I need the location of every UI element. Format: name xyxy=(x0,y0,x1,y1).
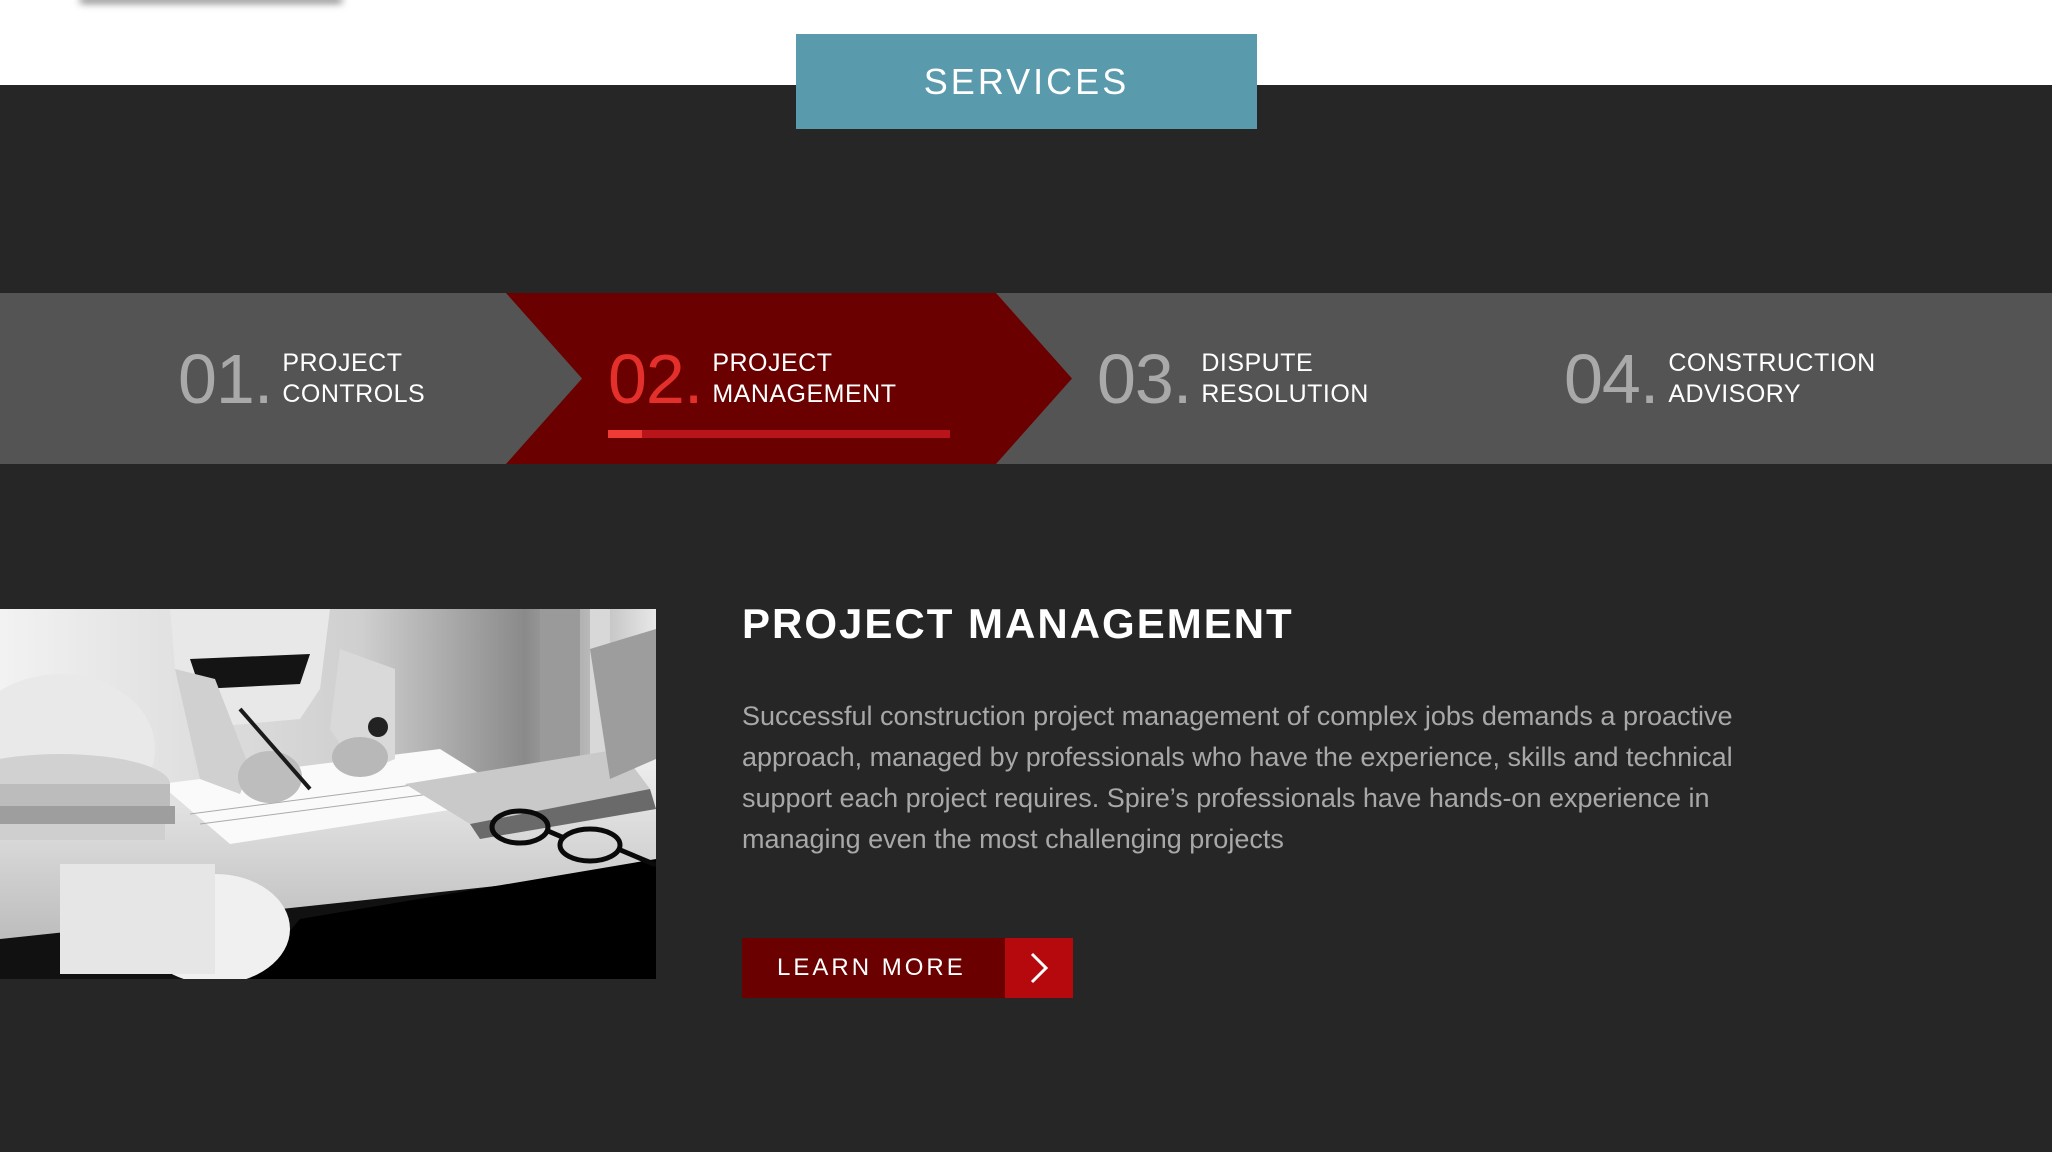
tab-label-line2: CONTROLS xyxy=(282,379,426,408)
tab-number: 04 xyxy=(1564,339,1641,418)
tab-label: CONSTRUCTION ADVISORY xyxy=(1668,348,1875,410)
section-title: PROJECT MANAGEMENT xyxy=(742,600,1294,647)
tab-label: PROJECT MANAGEMENT xyxy=(712,348,896,410)
services-heading: SERVICES xyxy=(923,60,1130,102)
tab-project-controls[interactable]: 01. PROJECT CONTROLS xyxy=(178,293,425,464)
active-tab-progress-bar xyxy=(608,430,950,438)
progress-fill xyxy=(608,430,643,438)
tab-label-line2: MANAGEMENT xyxy=(712,379,897,408)
tab-label: DISPUTE RESOLUTION xyxy=(1201,348,1369,410)
tab-label-line1: DISPUTE xyxy=(1201,348,1314,377)
tab-label-line1: CONSTRUCTION xyxy=(1668,348,1876,377)
tab-number: 03 xyxy=(1097,339,1174,418)
tab-label-line2: RESOLUTION xyxy=(1201,379,1369,408)
tab-number: 02 xyxy=(608,339,685,418)
tab-number: 01 xyxy=(178,339,255,418)
tab-number-dot: . xyxy=(1639,339,1659,418)
tab-number-dot: . xyxy=(253,339,273,418)
tab-project-management[interactable]: 02. PROJECT MANAGEMENT xyxy=(608,293,897,464)
tab-label-line2: ADVISORY xyxy=(1668,379,1802,408)
project-management-photo xyxy=(0,609,656,979)
learn-more-button[interactable]: LEARN MORE xyxy=(742,938,1073,998)
tab-label-line1: PROJECT xyxy=(282,348,403,377)
tab-dispute-resolution[interactable]: 03. DISPUTE RESOLUTION xyxy=(1097,293,1369,464)
tab-number-dot: . xyxy=(683,339,703,418)
learn-more-label: LEARN MORE xyxy=(742,938,1005,998)
chevron-right-icon xyxy=(1005,938,1073,998)
tab-label-line1: PROJECT xyxy=(712,348,833,377)
tab-number-dot: . xyxy=(1172,339,1192,418)
tab-construction-advisory[interactable]: 04. CONSTRUCTION ADVISORY xyxy=(1564,293,1876,464)
services-badge: SERVICES xyxy=(796,34,1257,129)
section-description: Successful construction project manageme… xyxy=(742,701,1733,854)
tab-label: PROJECT CONTROLS xyxy=(282,348,425,410)
